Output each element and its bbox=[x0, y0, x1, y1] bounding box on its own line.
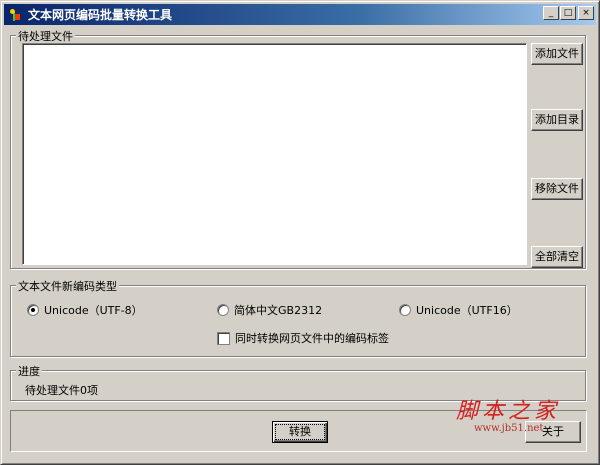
convert-tags-checkbox-label: 同时转换网页文件中的编码标签 bbox=[235, 332, 389, 345]
radio-utf8[interactable]: Unicode（UTF-8） bbox=[27, 302, 143, 318]
title-bar[interactable]: 文本网页编码批量转换工具 _ □ × bbox=[4, 4, 596, 25]
clear-all-button[interactable]: 全部清空 bbox=[531, 246, 583, 268]
window-title: 文本网页编码批量转换工具 bbox=[28, 8, 173, 22]
app-icon bbox=[8, 8, 22, 22]
maximize-button[interactable]: □ bbox=[560, 6, 576, 20]
main-window: 文本网页编码批量转换工具 _ □ × 待处理文件 添加文件 添加目录 移除文件 … bbox=[0, 0, 600, 465]
convert-button[interactable]: 转换 bbox=[272, 421, 328, 443]
convert-tags-checkbox[interactable]: 同时转换网页文件中的编码标签 bbox=[217, 330, 389, 346]
remove-file-button[interactable]: 移除文件 bbox=[531, 178, 583, 200]
progress-status: 待处理文件0项 bbox=[25, 384, 98, 397]
close-button[interactable]: × bbox=[578, 6, 594, 20]
add-file-button[interactable]: 添加文件 bbox=[531, 43, 583, 65]
minimize-button[interactable]: _ bbox=[543, 6, 559, 20]
encoding-group-label: 文本文件新编码类型 bbox=[16, 278, 119, 294]
radio-utf16-indicator[interactable] bbox=[399, 304, 411, 316]
watermark-title: 脚本之家 bbox=[456, 399, 561, 424]
radio-utf16-label: Unicode（UTF16） bbox=[416, 304, 518, 317]
radio-utf8-indicator[interactable] bbox=[27, 304, 39, 316]
radio-gb2312[interactable]: 简体中文GB2312 bbox=[217, 302, 322, 318]
encoding-group: 文本文件新编码类型 bbox=[10, 278, 586, 357]
radio-gb2312-label: 简体中文GB2312 bbox=[234, 304, 323, 317]
radio-utf16[interactable]: Unicode（UTF16） bbox=[399, 302, 518, 318]
radio-utf8-label: Unicode（UTF-8） bbox=[44, 304, 143, 317]
add-directory-button[interactable]: 添加目录 bbox=[531, 109, 583, 131]
convert-tags-checkbox-box[interactable] bbox=[217, 331, 230, 345]
pending-files-label: 待处理文件 bbox=[16, 28, 75, 44]
radio-gb2312-indicator[interactable] bbox=[217, 304, 229, 316]
file-list[interactable] bbox=[22, 43, 527, 265]
watermark: 脚本之家 www.jb51.net bbox=[456, 393, 560, 434]
progress-group-label: 进度 bbox=[16, 363, 42, 379]
